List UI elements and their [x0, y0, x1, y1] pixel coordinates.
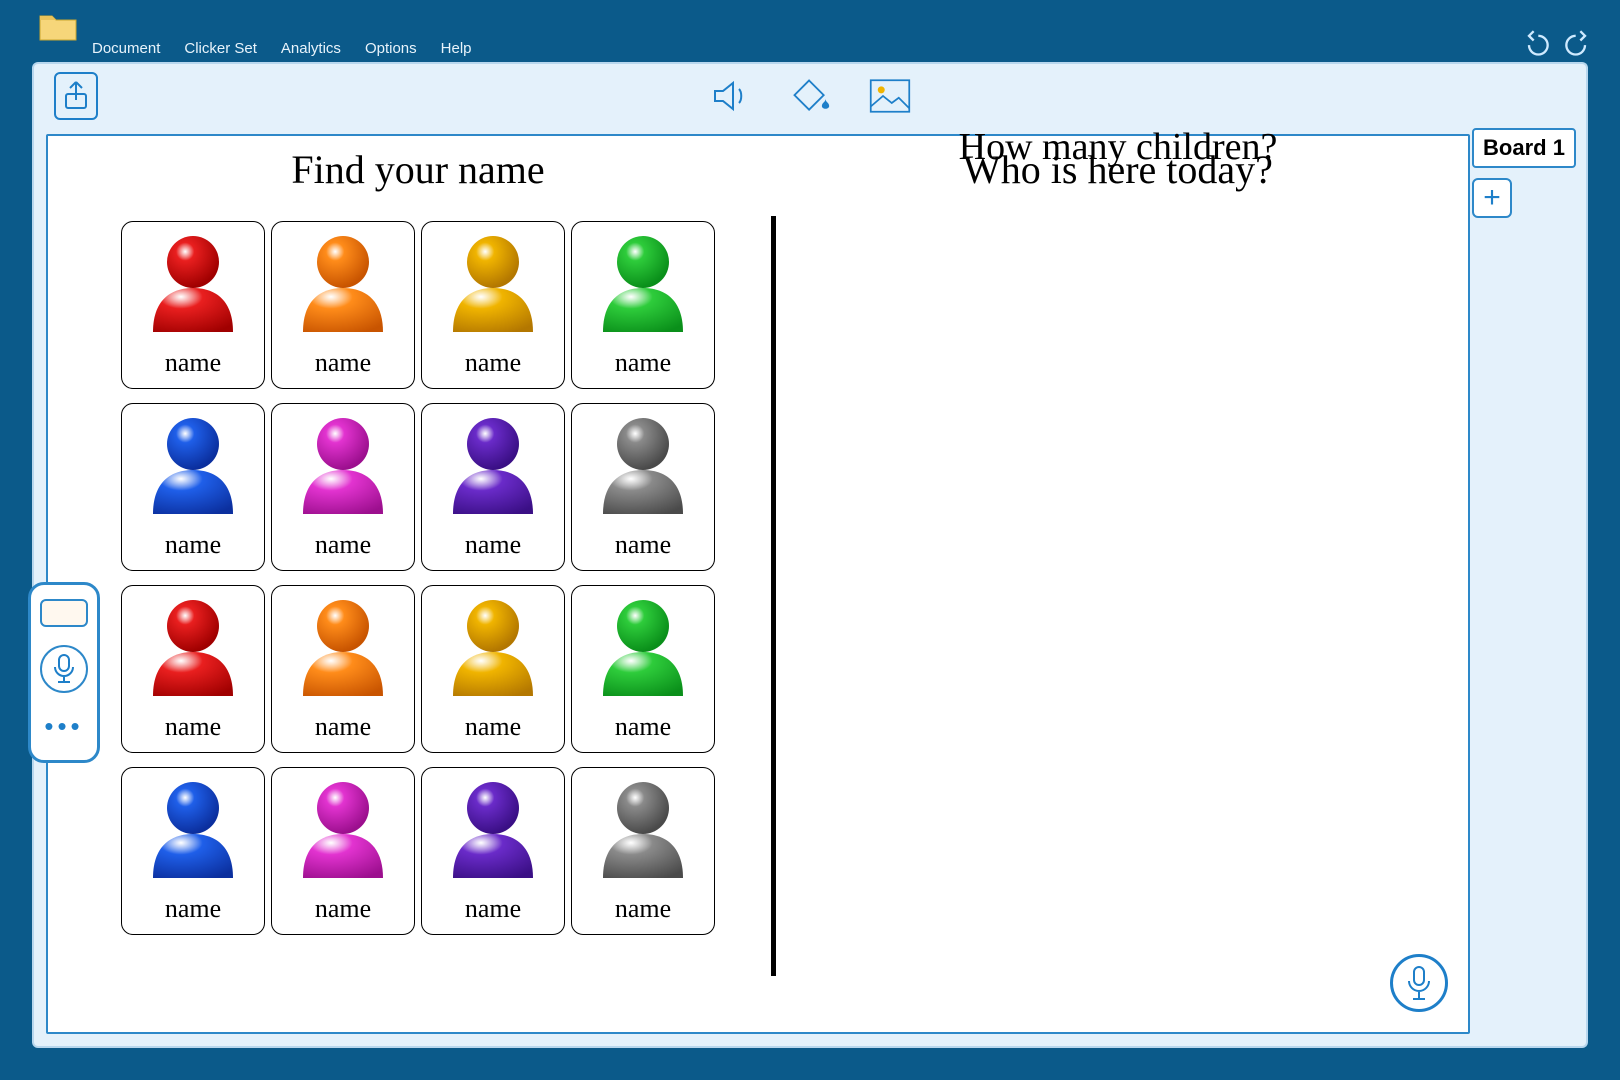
cell-label: name — [315, 348, 371, 378]
name-cell[interactable]: name — [571, 403, 715, 571]
sound-icon[interactable] — [709, 75, 751, 117]
cell-label: name — [315, 530, 371, 560]
cell-label: name — [615, 894, 671, 924]
name-cell[interactable]: name — [271, 767, 415, 935]
more-dots-icon[interactable]: ••• — [44, 711, 83, 742]
undo-icon[interactable] — [1522, 30, 1550, 63]
cell-label: name — [465, 712, 521, 742]
cell-label: name — [615, 712, 671, 742]
name-cell[interactable]: name — [121, 767, 265, 935]
name-cell[interactable]: name — [271, 585, 415, 753]
redo-icon[interactable] — [1564, 30, 1592, 63]
name-cell[interactable]: name — [421, 585, 565, 753]
menu-help[interactable]: Help — [441, 40, 472, 57]
name-cells-grid: name name — [98, 221, 738, 935]
picture-icon[interactable] — [869, 75, 911, 117]
name-cell[interactable]: name — [571, 767, 715, 935]
menu-analytics[interactable]: Analytics — [281, 40, 341, 57]
menu-clicker-set[interactable]: Clicker Set — [184, 40, 257, 57]
bottom-question: How many children? — [808, 125, 1428, 169]
name-cell[interactable]: name — [421, 767, 565, 935]
cell-label: name — [165, 712, 221, 742]
cell-label: name — [465, 348, 521, 378]
color-swatch[interactable] — [40, 599, 88, 627]
cell-label: name — [165, 348, 221, 378]
open-folder-icon[interactable] — [38, 10, 78, 42]
name-cell[interactable]: name — [271, 403, 415, 571]
cell-label: name — [315, 894, 371, 924]
name-cell[interactable]: name — [571, 585, 715, 753]
menu-options[interactable]: Options — [365, 40, 417, 57]
vertical-divider — [771, 216, 776, 976]
side-panel: ••• — [28, 582, 100, 763]
board-tab[interactable]: Board 1 — [1472, 128, 1576, 168]
name-cell[interactable]: name — [571, 221, 715, 389]
name-cell[interactable]: name — [421, 403, 565, 571]
paint-bucket-icon[interactable] — [789, 75, 831, 117]
cell-label: name — [615, 348, 671, 378]
cell-label: name — [165, 894, 221, 924]
cell-label: name — [465, 530, 521, 560]
left-heading: Find your name — [98, 146, 738, 193]
record-button[interactable] — [1390, 954, 1448, 1012]
cell-label: name — [315, 712, 371, 742]
name-cell[interactable]: name — [421, 221, 565, 389]
name-cell[interactable]: name — [121, 221, 265, 389]
name-cell[interactable]: name — [271, 221, 415, 389]
toolbar — [32, 62, 1588, 128]
side-mic-button[interactable] — [40, 645, 88, 693]
cell-label: name — [165, 530, 221, 560]
cell-label: name — [465, 894, 521, 924]
menu-bar: Document Clicker Set Analytics Options H… — [92, 40, 472, 57]
name-cell[interactable]: name — [121, 585, 265, 753]
cell-label: name — [615, 530, 671, 560]
menu-document[interactable]: Document — [92, 40, 160, 57]
board-canvas: Find your name name — [46, 134, 1470, 1034]
add-board-button[interactable]: + — [1472, 178, 1512, 218]
name-cell[interactable]: name — [121, 403, 265, 571]
